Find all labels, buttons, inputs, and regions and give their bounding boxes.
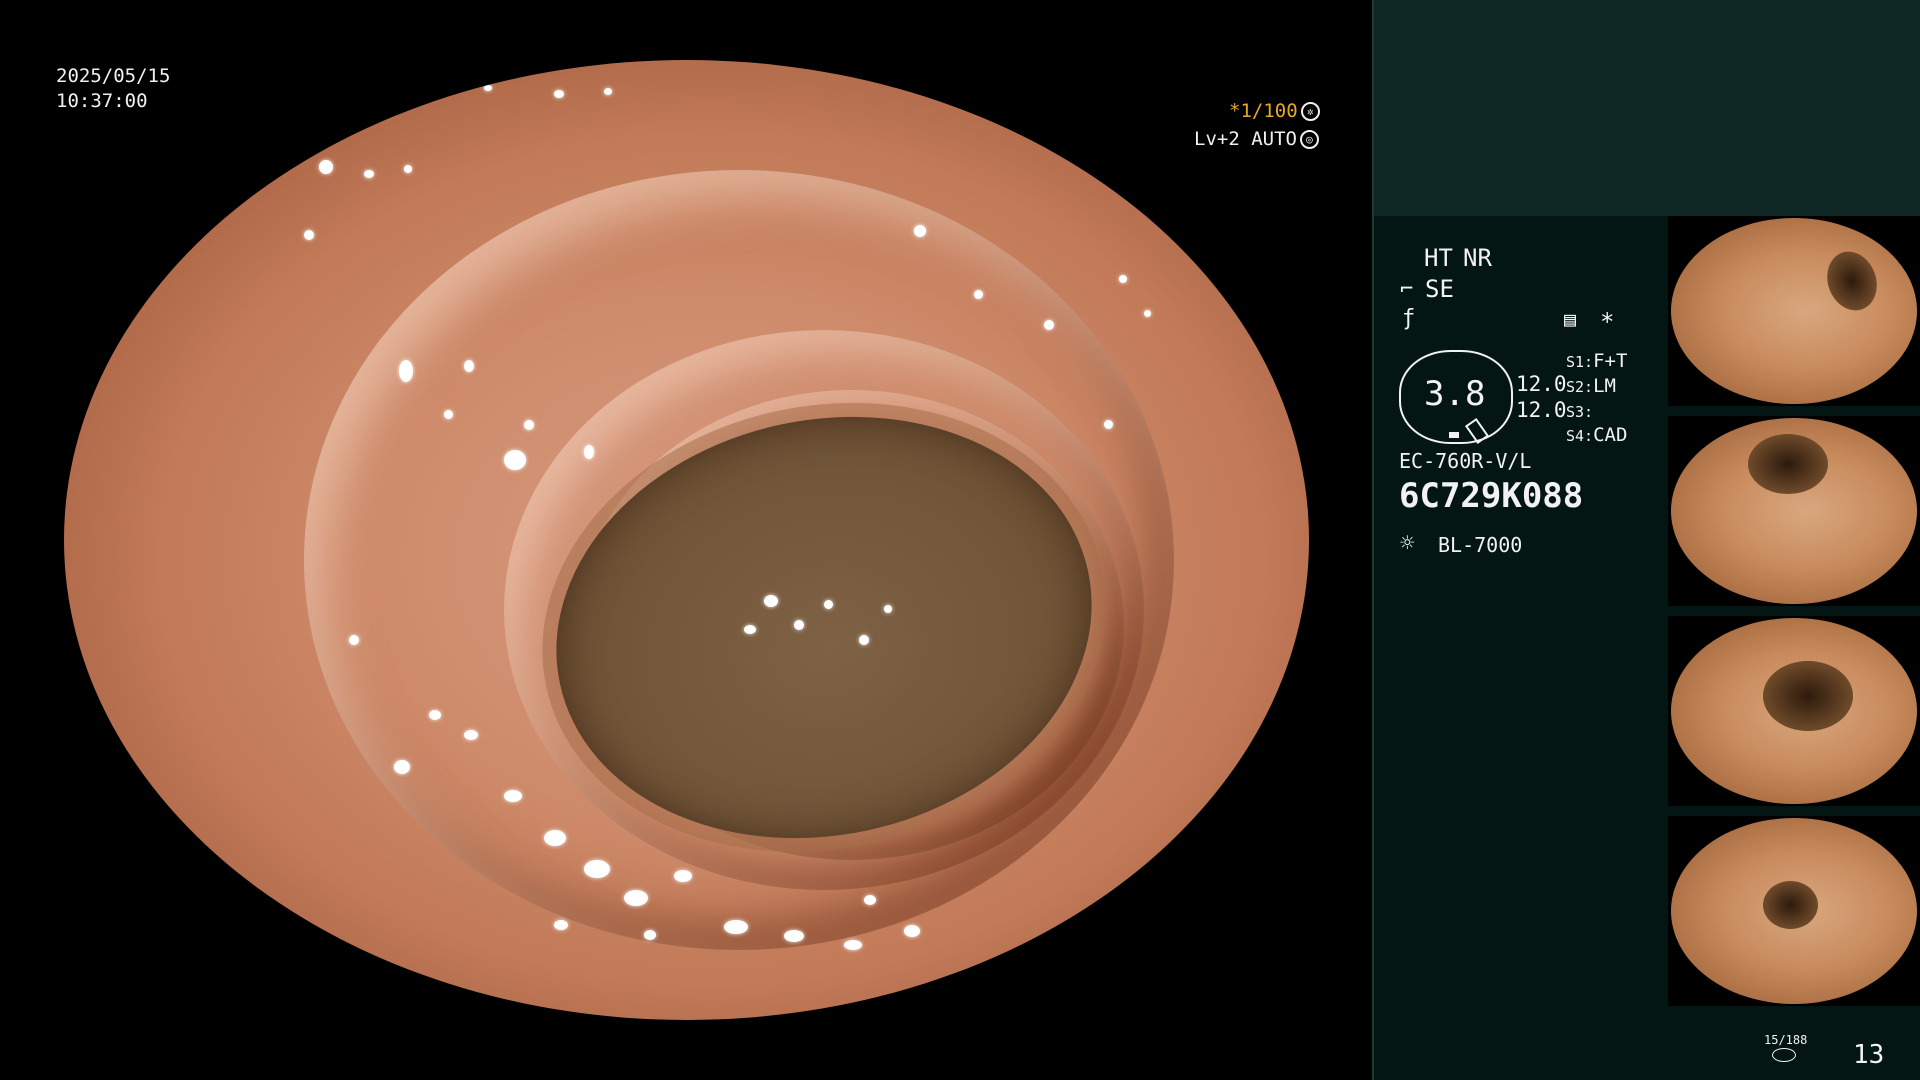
specular-highlight: [724, 920, 748, 934]
gauge-indicator: [1449, 432, 1459, 438]
specular-highlight: [624, 890, 648, 906]
exposure-level-value: Lv+2 AUTO: [1194, 128, 1297, 150]
specular-highlight: [794, 620, 804, 630]
specular-highlight: [864, 895, 876, 905]
switch-s2: S2:LM: [1566, 375, 1616, 397]
specular-highlight: [444, 410, 453, 419]
specular-highlight: [349, 635, 359, 645]
scope-model: EC-760R-V/L: [1399, 449, 1532, 473]
specular-highlight: [764, 595, 778, 607]
specular-highlight: [904, 925, 920, 937]
specular-highlight: [1144, 310, 1151, 317]
capture-date: 2025/05/15: [56, 65, 171, 87]
capture-thumbnail[interactable]: [1668, 616, 1920, 806]
specular-highlight: [399, 360, 413, 382]
memo-icon: ▤: [1564, 307, 1577, 331]
panel-divider: [1372, 0, 1374, 1080]
specular-highlight: [584, 445, 594, 459]
specular-highlight: [404, 165, 412, 173]
ht-mode: HT: [1424, 244, 1453, 272]
specular-highlight: [544, 830, 566, 846]
specular-highlight: [464, 360, 474, 372]
specular-highlight: [1044, 320, 1054, 330]
specular-highlight: [974, 290, 983, 299]
capture-thumbnail[interactable]: [1668, 816, 1920, 1006]
specular-highlight: [484, 85, 492, 91]
switch-s2-label: S2:: [1566, 378, 1594, 396]
thumbnail-lumen: [1748, 434, 1828, 494]
switch-s3: S3:: [1566, 400, 1593, 422]
nr-mode: NR: [1463, 244, 1492, 272]
switch-s2-value: LM: [1593, 375, 1616, 397]
switch-s3-label: S3:: [1566, 403, 1594, 421]
panel-header-area: [1374, 0, 1920, 216]
thumbnail-lumen: [1763, 881, 1818, 929]
thumbnail-image: [1671, 218, 1917, 404]
specular-highlight: [464, 730, 478, 740]
specular-highlight: [1119, 275, 1127, 283]
specular-highlight: [1104, 420, 1113, 429]
specular-highlight: [744, 625, 756, 634]
specular-highlight: [194, 195, 206, 205]
specular-highlight: [644, 930, 656, 940]
specular-highlight: [319, 160, 333, 174]
specular-highlight: [844, 940, 862, 950]
specular-highlight: [784, 930, 804, 942]
storage-icon: [1772, 1048, 1796, 1062]
specular-highlight: [504, 450, 526, 470]
se-mode: SE: [1425, 275, 1454, 303]
shutter-speed-value: *1/100: [1229, 100, 1298, 122]
switch-s4-value: CAD: [1593, 424, 1628, 446]
specular-highlight: [304, 230, 314, 240]
capture-thumbnail[interactable]: [1668, 216, 1920, 406]
switch-s1-value: F+T: [1593, 350, 1628, 372]
specular-highlight: [554, 920, 568, 930]
switch-s4: S4:CAD: [1566, 424, 1627, 446]
page-number: 13: [1853, 1040, 1885, 1070]
aperture-icon: ✲: [1300, 102, 1320, 121]
specular-highlight: [429, 710, 441, 720]
switch-s4-label: S4:: [1566, 427, 1594, 445]
shutter-speed: *1/100 ✲: [1229, 99, 1320, 123]
gauge-reading-2: 12.0: [1516, 398, 1567, 422]
color-mode-icon: ƒ: [1402, 306, 1416, 331]
star-marker: *: [1600, 308, 1615, 336]
specular-highlight: [914, 225, 926, 237]
iris-icon: ◎: [1299, 130, 1319, 149]
specular-highlight: [364, 170, 374, 178]
gauge-reading-1: 12.0: [1516, 372, 1567, 396]
light-source-icon: ☼: [1400, 529, 1415, 557]
specular-highlight: [859, 635, 869, 645]
specular-highlight: [504, 790, 522, 802]
capture-count: 15/188: [1764, 1033, 1808, 1047]
specular-highlight: [674, 870, 692, 882]
specular-highlight: [404, 95, 413, 102]
capture-thumbnail[interactable]: [1668, 416, 1920, 606]
specular-highlight: [239, 188, 248, 195]
structure-enhance-icon: ⌐: [1400, 277, 1414, 302]
switch-s1-label: S1:: [1566, 353, 1594, 371]
scope-serial: 6C729K088: [1399, 476, 1584, 516]
specular-highlight: [824, 600, 833, 609]
specular-highlight: [394, 760, 410, 774]
specular-highlight: [604, 88, 612, 95]
capture-time: 10:37:00: [56, 90, 148, 112]
specular-highlight: [554, 90, 564, 98]
specular-highlight: [524, 420, 534, 430]
zoom-gauge-value: 3.8: [1424, 374, 1486, 414]
specular-highlight: [584, 860, 610, 878]
thumbnail-lumen: [1763, 661, 1853, 731]
exposure-level: Lv+2 AUTO ◎: [1194, 127, 1319, 151]
light-source-label: BL-7000: [1438, 533, 1523, 557]
endoscope-live-view: [64, 60, 1309, 1020]
specular-highlight: [884, 605, 892, 613]
switch-s1: S1:F+T: [1566, 350, 1627, 372]
